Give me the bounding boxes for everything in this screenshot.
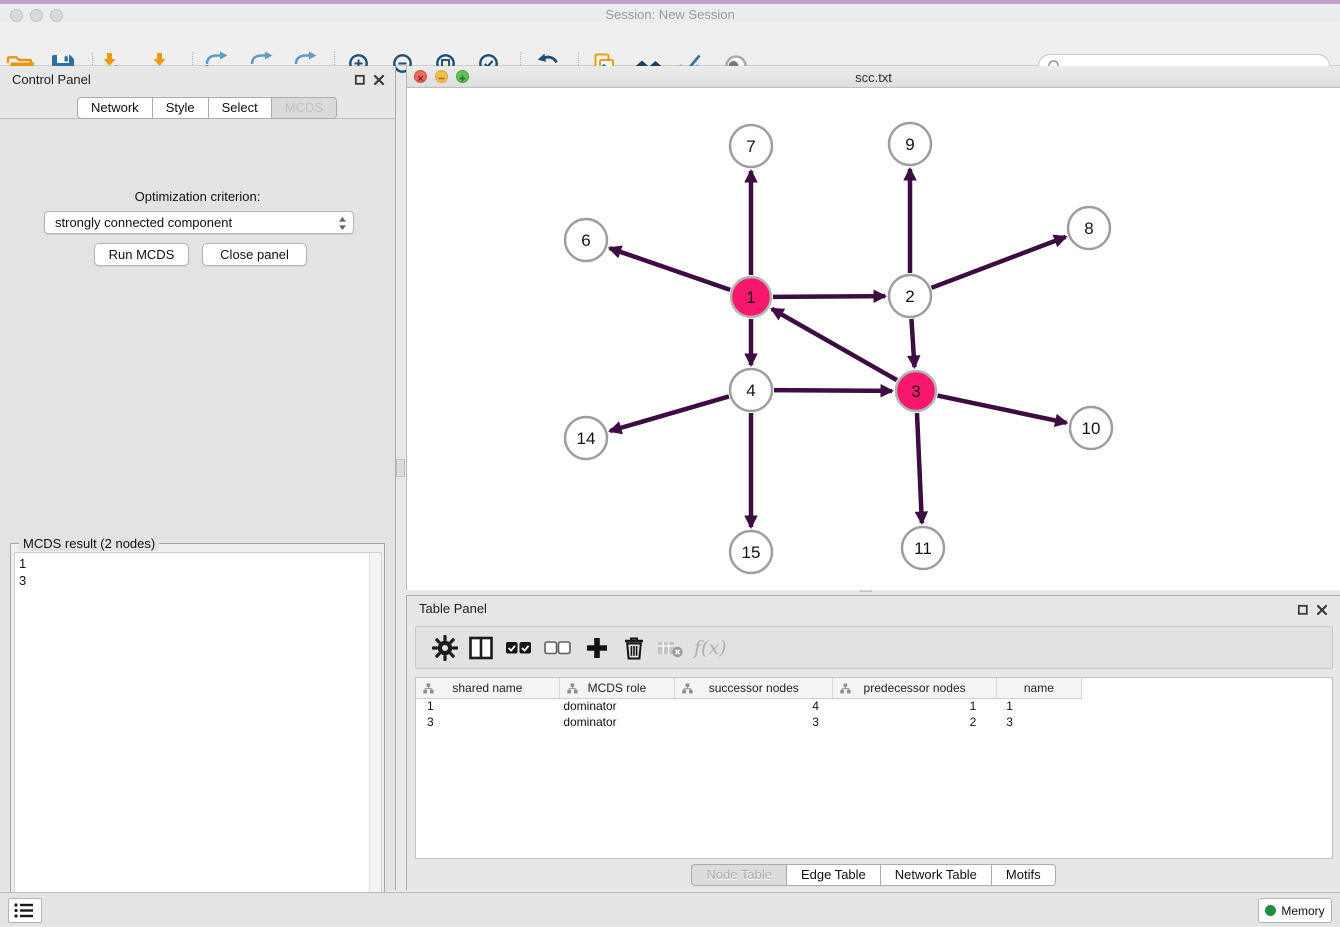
- edge-3-11[interactable]: [917, 413, 922, 523]
- close-panel-button[interactable]: Close panel: [202, 243, 307, 266]
- edge-2-8[interactable]: [932, 237, 1066, 288]
- status-bar: Memory: [0, 892, 1340, 926]
- dropdown-stepper-icon: [338, 216, 347, 237]
- table-panel-tabs: Node TableEdge TableNetwork TableMotifs: [407, 864, 1340, 886]
- control-panel-tabs: NetworkStyleSelectMCDS: [77, 97, 337, 119]
- main-toolbar: [0, 22, 1340, 66]
- graph-node-label-9: 9: [905, 135, 914, 154]
- graph-node-label-8: 8: [1084, 219, 1093, 238]
- network-window-title: scc.txt: [407, 70, 1340, 85]
- split-view-icon[interactable]: [466, 633, 496, 663]
- run-mcds-button[interactable]: Run MCDS: [94, 243, 189, 266]
- close-table-panel-icon[interactable]: [1316, 603, 1328, 621]
- node-table[interactable]: shared nameMCDS rolesuccessor nodesprede…: [416, 678, 1082, 730]
- column-header-shared-name[interactable]: shared name: [416, 678, 559, 698]
- graph-node-label-10: 10: [1082, 419, 1101, 438]
- graph-node-label-11: 11: [914, 539, 932, 558]
- select-all-icon[interactable]: [504, 633, 534, 663]
- memory-button[interactable]: Memory: [1258, 898, 1332, 923]
- column-header-MCDS-role[interactable]: MCDS role: [559, 678, 674, 698]
- optimization-criterion-label: Optimization criterion:: [0, 189, 395, 204]
- criterion-dropdown[interactable]: strongly connected component: [44, 211, 354, 234]
- tab-mcds[interactable]: MCDS: [272, 97, 337, 119]
- table-panel-title: Table Panel: [419, 601, 487, 616]
- mcds-panel: Optimization criterion: strongly connect…: [0, 118, 395, 890]
- control-panel: Control Panel NetworkStyleSelectMCDS Opt…: [0, 66, 396, 890]
- tab-style[interactable]: Style: [153, 97, 209, 119]
- edge-1-6[interactable]: [610, 248, 731, 290]
- close-panel-icon[interactable]: [373, 73, 385, 91]
- edge-4-3[interactable]: [774, 390, 892, 391]
- table-toolbar: f(x): [415, 626, 1333, 669]
- edge-2-3[interactable]: [911, 319, 914, 367]
- mcds-result-group: MCDS result (2 nodes) 1 3: [10, 543, 385, 923]
- memory-label: Memory: [1281, 904, 1324, 918]
- status-list-button[interactable]: [8, 898, 42, 923]
- column-header-predecessor-nodes[interactable]: predecessor nodes: [833, 678, 996, 698]
- edge-3-10[interactable]: [938, 396, 1067, 423]
- mcds-result-title: MCDS result (2 nodes): [19, 536, 159, 551]
- graph-node-label-3: 3: [911, 382, 920, 401]
- sort-icon[interactable]: [840, 683, 851, 694]
- delete-row-icon[interactable]: [619, 633, 649, 663]
- memory-status-icon: [1265, 905, 1276, 916]
- svg-text:f(x): f(x): [692, 637, 727, 659]
- edge-1-2[interactable]: [773, 296, 885, 297]
- tab-edge-table[interactable]: Edge Table: [787, 864, 881, 886]
- control-panel-title: Control Panel: [12, 72, 91, 87]
- tab-network[interactable]: Network: [77, 97, 153, 119]
- mcds-result-text: 1 3: [19, 555, 26, 589]
- function-builder-icon[interactable]: f(x): [692, 633, 722, 663]
- mcds-result-textarea[interactable]: 1 3: [14, 552, 382, 920]
- float-panel-icon[interactable]: [354, 73, 366, 91]
- add-row-icon[interactable]: [582, 633, 612, 663]
- float-table-panel-icon[interactable]: [1297, 603, 1309, 621]
- graph-node-label-7: 7: [746, 137, 755, 156]
- graph-node-label-2: 2: [905, 287, 914, 306]
- graph-node-label-14: 14: [577, 429, 596, 448]
- graph-node-label-4: 4: [746, 381, 755, 400]
- network-window-titlebar[interactable]: scc.txt: [407, 66, 1340, 88]
- tab-motifs[interactable]: Motifs: [992, 864, 1056, 886]
- network-graph[interactable]: 7 9 6 8 1 2 4 3 14 10 15 11: [407, 88, 1339, 589]
- table-row[interactable]: 3dominator323: [416, 714, 1082, 730]
- settings-gear-icon[interactable]: [430, 633, 460, 663]
- tab-network-table[interactable]: Network Table: [881, 864, 992, 886]
- tab-node-table[interactable]: Node Table: [691, 864, 787, 886]
- table-panel: Table Panel: [406, 595, 1340, 890]
- app-titlebar: Session: New Session: [0, 0, 1340, 22]
- graph-node-label-1: 1: [746, 288, 755, 307]
- sort-icon[interactable]: [567, 683, 578, 694]
- edge-4-14[interactable]: [610, 396, 729, 431]
- node-table-container: shared nameMCDS rolesuccessor nodesprede…: [415, 677, 1333, 859]
- deselect-all-icon[interactable]: [543, 633, 573, 663]
- sort-icon[interactable]: [423, 683, 434, 694]
- edge-3-1[interactable]: [772, 309, 897, 380]
- criterion-value: strongly connected component: [55, 215, 232, 230]
- tab-select[interactable]: Select: [209, 97, 272, 119]
- network-view-window: scc.txt 7 9 6 8 1 2 4 3 14 10 15 11: [406, 66, 1340, 590]
- table-row[interactable]: 1dominator411: [416, 698, 1082, 714]
- column-header-successor-nodes[interactable]: successor nodes: [675, 678, 833, 698]
- graph-node-label-6: 6: [581, 231, 590, 250]
- panel-divider-handle[interactable]: [396, 459, 405, 477]
- app-title: Session: New Session: [0, 7, 1340, 22]
- result-scrollbar[interactable]: [369, 553, 381, 919]
- column-header-name[interactable]: name: [996, 678, 1081, 698]
- graph-node-label-15: 15: [742, 543, 761, 562]
- clear-table-icon[interactable]: [656, 633, 686, 663]
- sort-icon[interactable]: [682, 683, 693, 694]
- list-icon: [9, 899, 39, 922]
